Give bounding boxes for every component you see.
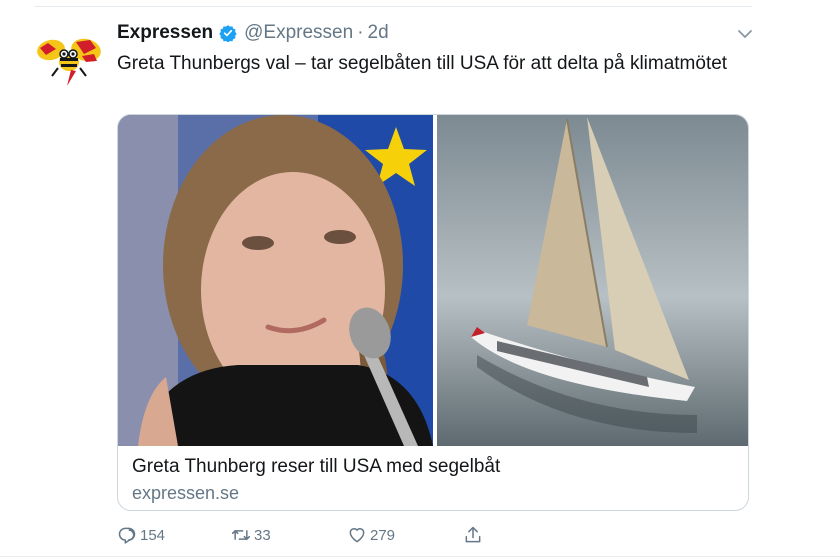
like-count: 279 [370,526,396,544]
handle[interactable]: @Expressen [244,22,353,44]
reply-button[interactable]: 154 [117,524,165,546]
portrait-photo [118,115,433,446]
retweet-count: 33 [254,526,271,544]
card-title[interactable]: Greta Thunberg reser till USA med segelb… [132,456,500,478]
display-name[interactable]: Expressen [117,22,213,44]
chevron-down-icon[interactable] [735,24,755,44]
expressen-wasp-logo [37,38,101,86]
tweet-text: Greta Thunbergs val – tar segelbåten til… [117,53,728,74]
tweet-header: Expressen @Expressen · 2d [117,22,389,44]
like-button[interactable]: 279 [347,524,395,546]
sailboat-photo [437,115,748,446]
share-button[interactable] [463,524,486,546]
retweet-icon [231,530,251,540]
retweet-button[interactable]: 33 [231,524,271,546]
bottom-divider [0,556,840,557]
card-domain[interactable]: expressen.se [132,483,239,504]
share-icon [465,526,481,543]
card-image[interactable] [118,115,748,446]
timestamp[interactable]: 2d [368,22,389,44]
reply-icon [118,527,136,544]
top-divider [34,6,752,7]
avatar[interactable] [34,34,104,90]
verified-badge-icon [219,24,237,43]
heart-icon [349,528,365,543]
separator-dot: · [357,22,364,43]
reply-count: 154 [140,526,166,544]
link-card[interactable]: Greta Thunberg reser till USA med segelb… [117,114,749,511]
